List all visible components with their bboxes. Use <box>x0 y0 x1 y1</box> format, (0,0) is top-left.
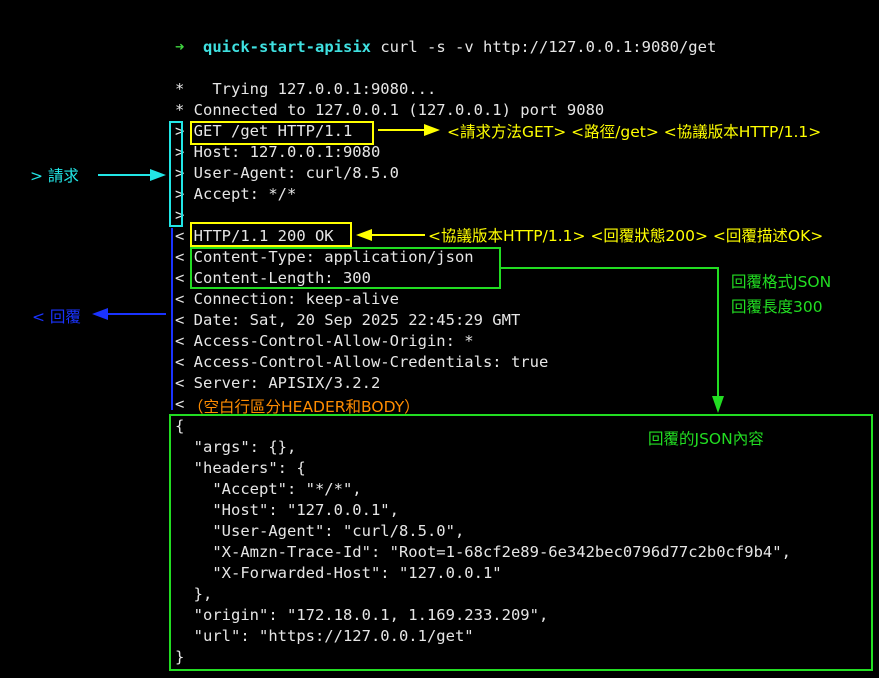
status-line-annotation: <協議版本HTTP/1.1> <回覆狀態200> <回覆描述OK> <box>428 227 824 245</box>
response-label-arrow-head-icon <box>92 308 108 320</box>
request-label: > 請求 <box>30 167 79 185</box>
length-annotation: 回覆長度300 <box>731 298 823 316</box>
blank-line-annotation: （空白行區分HEADER和BODY） <box>188 398 420 416</box>
headers-to-body-arrow-head-icon <box>712 396 724 413</box>
request-line-annotation: <請求方法GET> <路徑/get> <協議版本HTTP/1.1> <box>447 123 822 141</box>
annotation-arrows <box>92 124 724 413</box>
status-arrow-head-icon <box>356 229 372 241</box>
request-label-arrow-head-icon <box>150 169 166 181</box>
format-annotation: 回覆格式JSON <box>731 273 832 291</box>
request-arrow-head-icon <box>424 124 440 136</box>
response-label: < 回覆 <box>32 308 81 326</box>
json-body-annotation: 回覆的JSON內容 <box>648 430 764 448</box>
headers-to-body-arrow-line <box>501 267 719 396</box>
